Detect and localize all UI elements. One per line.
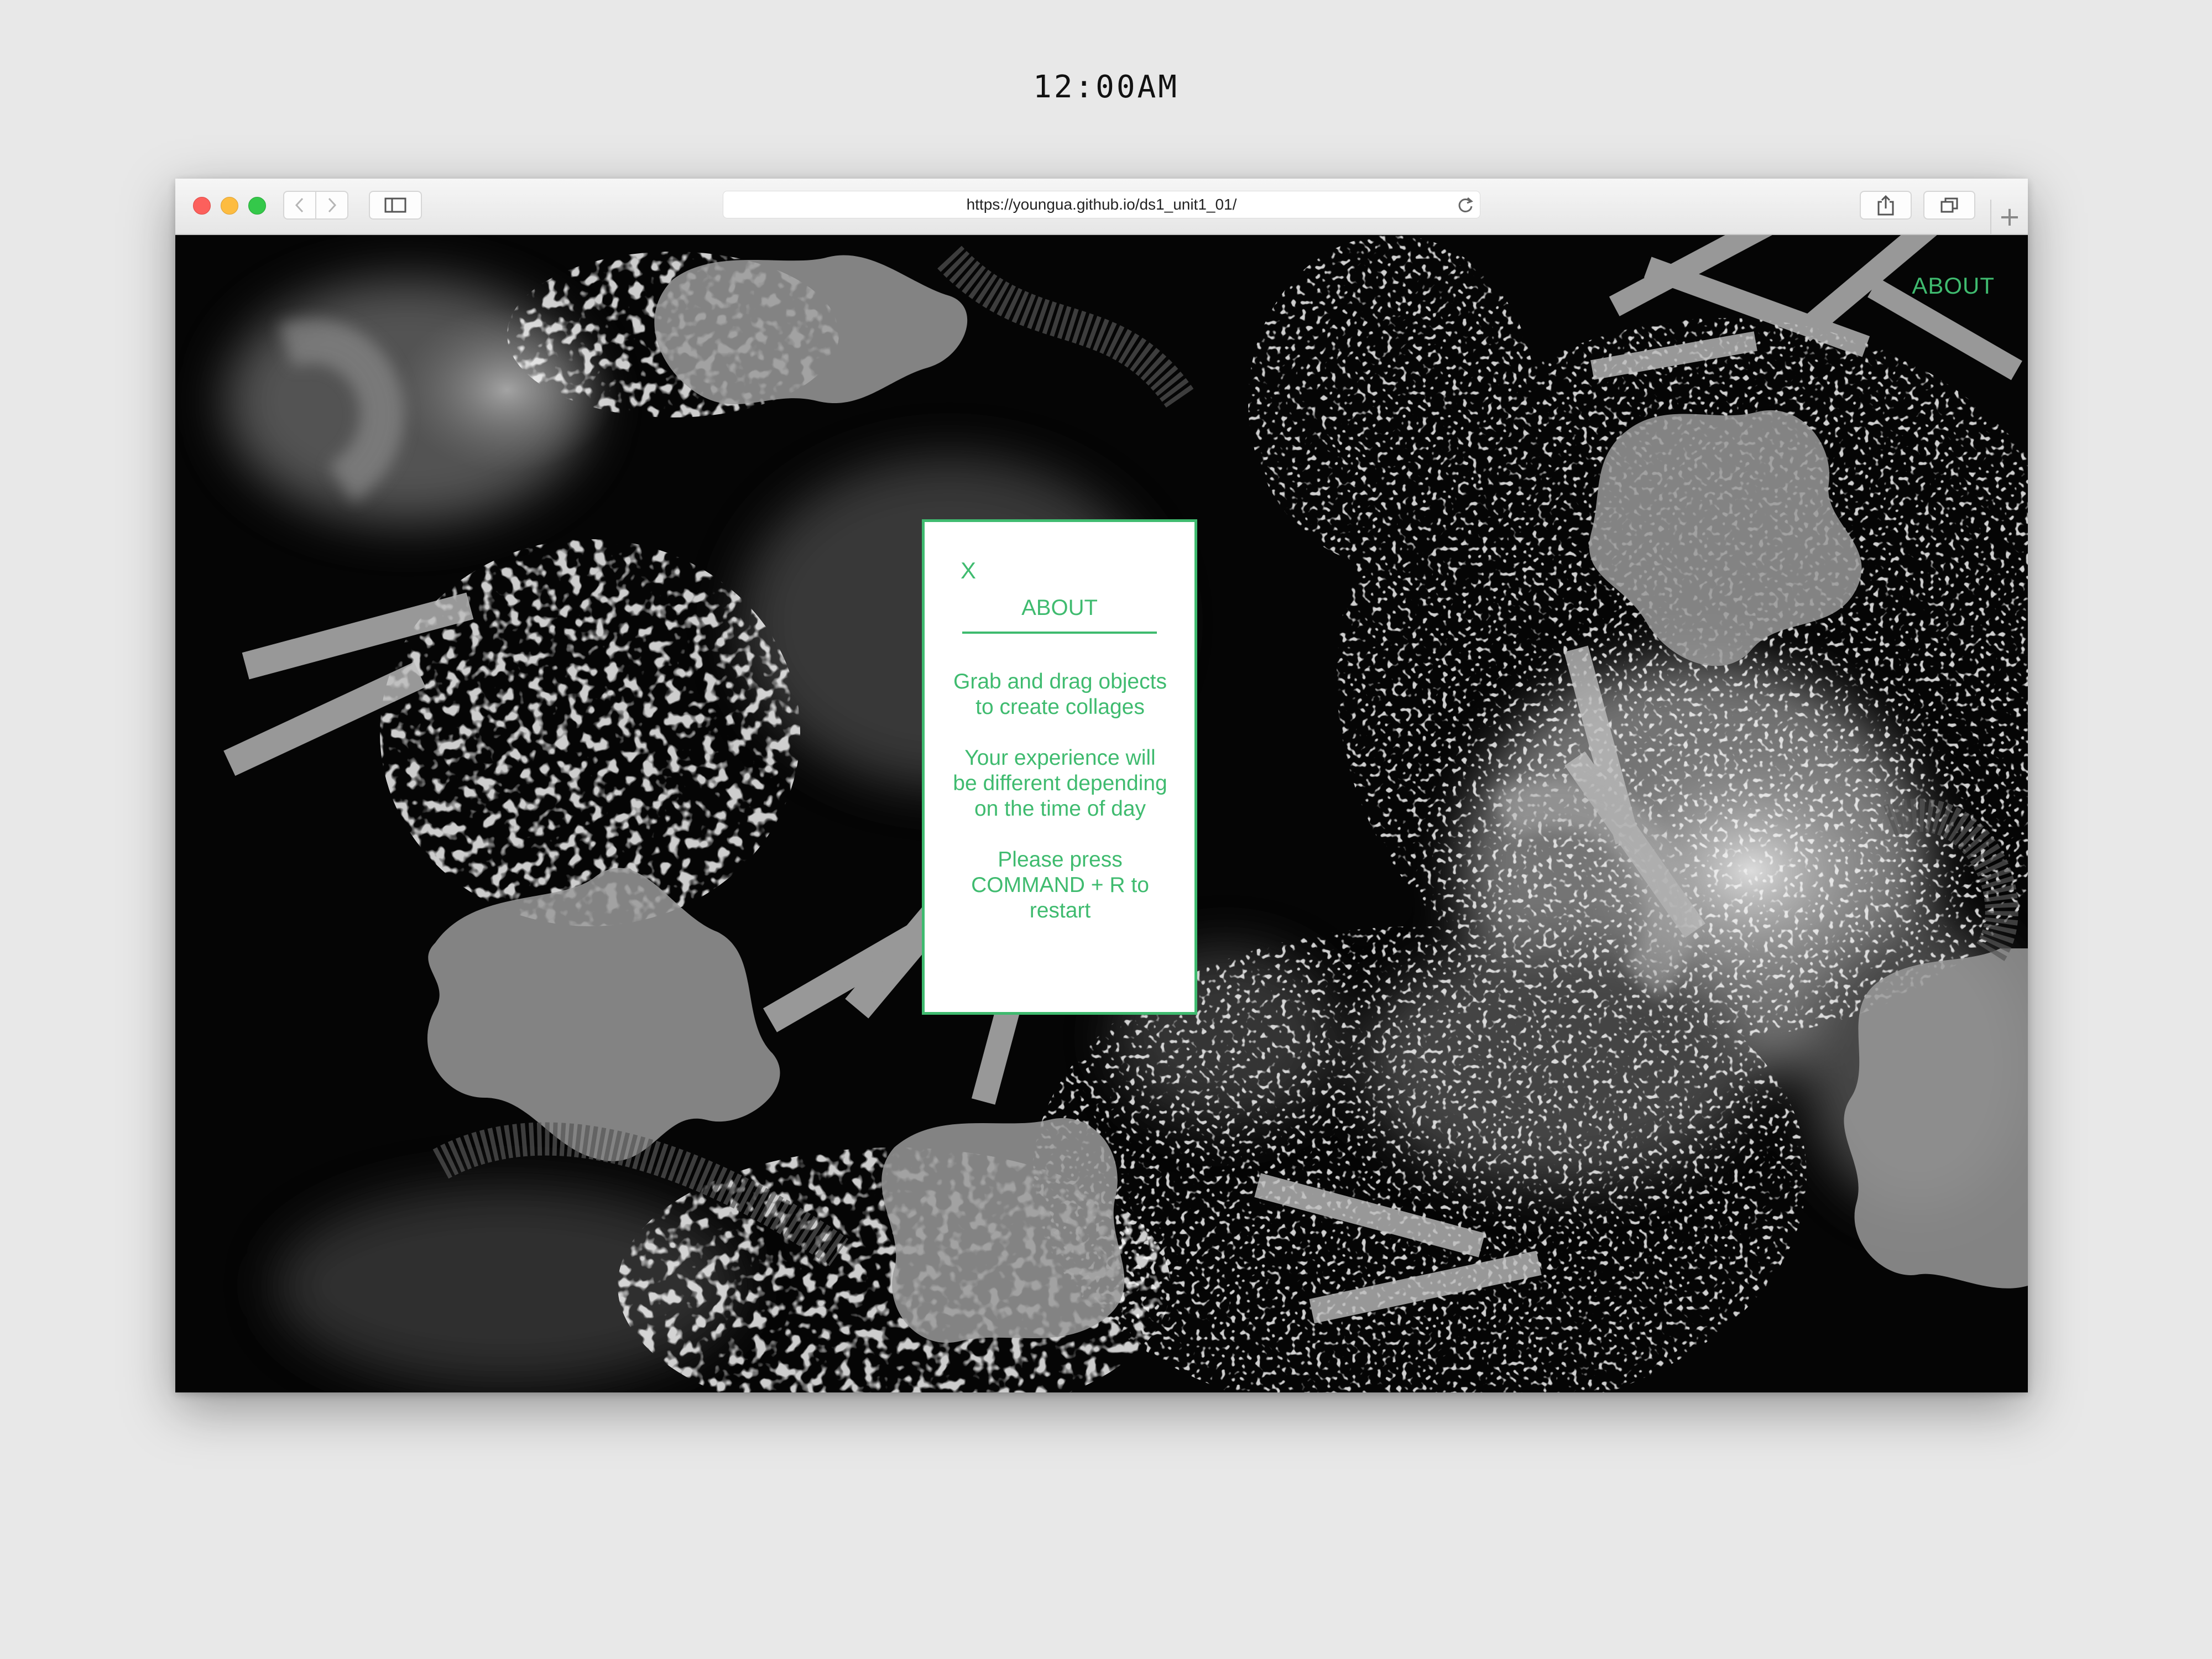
tabs-icon [1940,197,1958,213]
modal-title: ABOUT [962,596,1157,634]
clock-time: 12:00AM [1032,69,1179,105]
modal-paragraph-restart: Please press COMMAND + R to restart [971,848,1149,922]
web-page: ABOUT X ABOUT Grab and drag objects to c… [175,235,2028,1392]
about-modal: X ABOUT Grab and drag objects to create … [922,519,1197,1015]
sidebar-icon [384,197,406,213]
address-bar[interactable]: https://youngua.github.io/ds1_unit1_01/ [723,191,1480,218]
new-tab-icon: + [1998,201,2021,232]
modal-paragraph-time: Your experience will be different depend… [953,746,1167,821]
forward-button[interactable] [315,191,348,220]
share-button[interactable] [1860,191,1912,220]
browser-window: https://youngua.github.io/ds1_unit1_01/ … [175,179,2028,1392]
back-button[interactable] [283,191,316,220]
close-window-button[interactable] [193,197,211,215]
new-tab-button[interactable]: + [1990,200,2028,234]
back-icon [295,197,304,213]
minimize-window-button[interactable] [221,197,238,215]
forward-icon [328,197,337,213]
close-icon[interactable]: X [961,557,976,584]
show-tabs-button[interactable] [1923,191,1975,220]
modal-body: Grab and drag objects to create collages… [952,669,1168,949]
browser-toolbar: https://youngua.github.io/ds1_unit1_01/ … [175,179,2028,235]
reload-icon[interactable] [1455,195,1475,215]
modal-paragraph-drag: Grab and drag objects to create collages [953,670,1167,719]
share-icon [1877,195,1894,216]
url-text: https://youngua.github.io/ds1_unit1_01/ [966,196,1237,213]
zoom-window-button[interactable] [248,197,266,215]
sidebar-button[interactable] [369,191,422,220]
nav-about-link[interactable]: ABOUT [1912,273,1995,299]
